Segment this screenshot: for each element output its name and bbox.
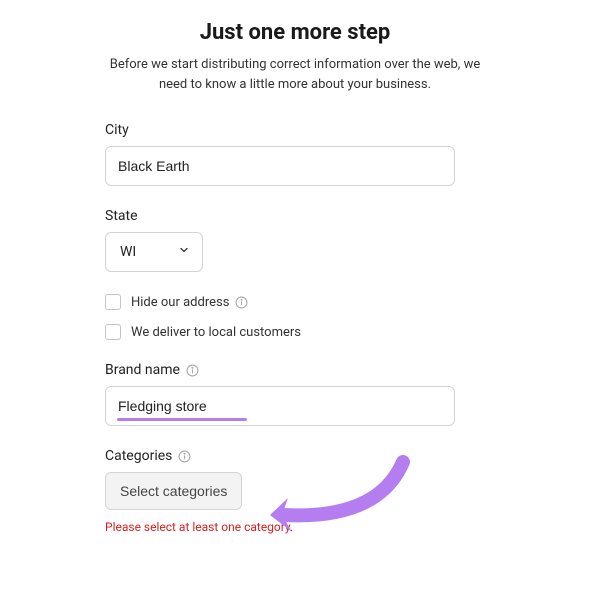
chevron-down-icon xyxy=(178,244,190,260)
select-categories-button[interactable]: Select categories xyxy=(105,472,242,510)
info-icon[interactable] xyxy=(186,364,199,377)
hide-address-checkbox[interactable] xyxy=(105,294,121,310)
info-icon[interactable] xyxy=(235,296,248,309)
categories-error: Please select at least one category. xyxy=(105,520,455,534)
brand-label: Brand name xyxy=(105,362,180,378)
city-input[interactable] xyxy=(105,146,455,186)
state-select[interactable]: WI xyxy=(105,232,203,272)
categories-field-group: Categories Select categories Please sele… xyxy=(105,448,455,534)
options-group: Hide our address We deliver to local cus… xyxy=(105,294,455,340)
deliver-local-label: We deliver to local customers xyxy=(131,325,301,340)
hide-address-label: Hide our address xyxy=(131,295,229,310)
deliver-local-checkbox[interactable] xyxy=(105,324,121,340)
hide-address-row: Hide our address xyxy=(105,294,455,310)
brand-field-group: Brand name xyxy=(105,362,455,426)
page-subtitle: Before we start distributing correct inf… xyxy=(95,55,495,94)
onboarding-form: Just one more step Before we start distr… xyxy=(0,0,590,534)
categories-label: Categories xyxy=(105,448,172,464)
page-title: Just one more step xyxy=(0,20,590,45)
deliver-local-row: We deliver to local customers xyxy=(105,324,455,340)
state-value: WI xyxy=(120,244,136,260)
annotation-underline xyxy=(117,418,247,421)
state-label: State xyxy=(105,208,455,224)
city-label: City xyxy=(105,122,455,138)
city-field-group: City xyxy=(105,122,455,186)
info-icon[interactable] xyxy=(178,450,191,463)
state-field-group: State WI xyxy=(105,208,455,272)
